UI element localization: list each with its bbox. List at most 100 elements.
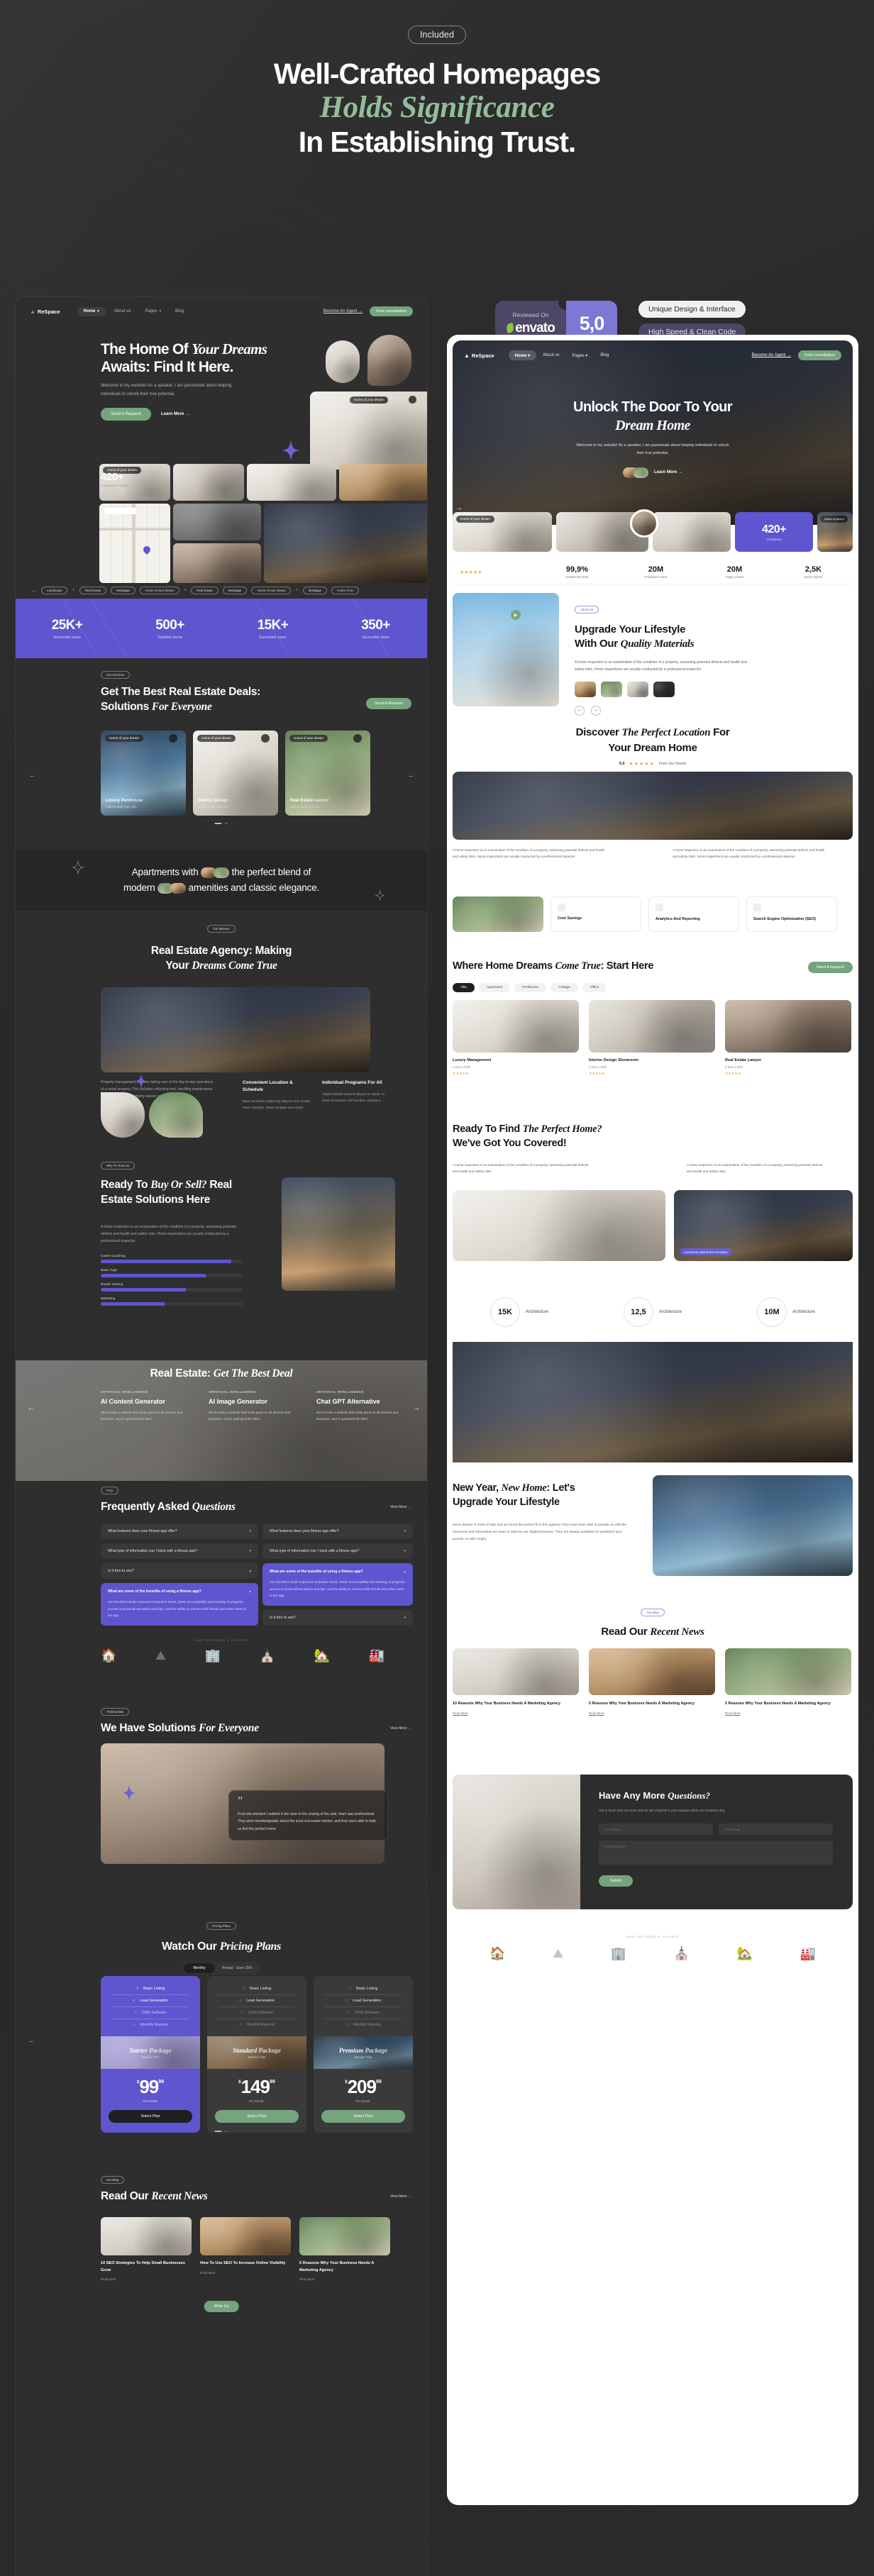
- blog-post-1[interactable]: How To Use SEO To Increase Online Visibi…: [200, 2217, 291, 2275]
- ai-card-0[interactable]: ARTIFICIAL INTELLIGENCE AI Content Gener…: [101, 1390, 197, 1422]
- play-button-icon[interactable]: ▶: [511, 610, 521, 620]
- about-arrow-left-icon[interactable]: ←: [575, 705, 585, 716]
- blog-post-0[interactable]: 10 SEO Strategies To Help Small Business…: [101, 2217, 192, 2281]
- learn-more-link[interactable]: Learn More →: [161, 412, 189, 416]
- ai-card-2[interactable]: ARTIFICIAL INTELLIGENCE Chat GPT Alterna…: [316, 1390, 412, 1422]
- marquee-arrow-left-icon[interactable]: ←: [31, 587, 37, 594]
- ai-title: Real Estate: Get The Best Deal: [150, 1367, 293, 1379]
- check-icon: ✓: [135, 1987, 139, 1991]
- swatch-white-quartz[interactable]: [627, 681, 648, 697]
- blog-view-more-link[interactable]: View More →: [390, 2194, 411, 2199]
- nav-item-blog[interactable]: Blog: [594, 353, 615, 357]
- pricing-carousel-dots[interactable]: [214, 2131, 228, 2132]
- process-tab-apartment[interactable]: Apartment: [478, 983, 511, 992]
- select-plan-button-1[interactable]: Select Plan: [215, 2110, 299, 2123]
- faq-item[interactable]: What type of information can I track wit…: [262, 1543, 413, 1559]
- service-chip-icon-1: [261, 734, 270, 743]
- nav-item-about[interactable]: About us: [109, 309, 137, 313]
- feature-card-0[interactable]: Cost Savings: [551, 896, 641, 932]
- contact-message-input[interactable]: [599, 1841, 833, 1865]
- select-plan-button-0[interactable]: Select Plan: [109, 2110, 192, 2123]
- apartments-banner-text: Apartments with the perfect blend of mod…: [123, 867, 320, 894]
- light-counters: 15K Architecture 12,5 Architecture 10M A…: [453, 1292, 853, 1332]
- nav-item-about[interactable]: About us: [536, 353, 566, 357]
- nav-item-pages[interactable]: Pages ▾: [139, 309, 167, 313]
- carousel-dots[interactable]: [214, 823, 228, 824]
- hero-photo-agent: [367, 335, 411, 386]
- feature-card-1[interactable]: Analytics And Reporting: [648, 896, 739, 932]
- pricing-toggle[interactable]: Monthly Annual - Save 25%: [182, 1962, 260, 1975]
- light-stat-3: 2,5K Expert Agents: [804, 565, 823, 579]
- services-arrow-right-icon[interactable]: →: [407, 772, 414, 779]
- news-post-1[interactable]: 5 Reasons Why Your Business Needs A Mark…: [589, 1648, 715, 1715]
- services-eyebrow: Our Services: [101, 671, 131, 679]
- become-agent-link[interactable]: Become An Agent →: [323, 309, 363, 313]
- pricing-arrow-left-icon[interactable]: ←: [28, 2037, 35, 2044]
- services-cta-button[interactable]: Send A Request: [365, 698, 411, 709]
- about-image: ▶: [453, 593, 559, 706]
- faq-item[interactable]: Is it free to use? ▴: [101, 1563, 258, 1579]
- nav-item-home[interactable]: Home ▾: [508, 350, 536, 360]
- nav-item-pages[interactable]: Pages ▾: [566, 353, 594, 358]
- process-cta-button[interactable]: Need A Request: [808, 962, 853, 973]
- process-tabs[interactable]: Villa Apartment Penthouse Cottage Office: [453, 983, 607, 992]
- ai-arrow-right-icon[interactable]: →: [413, 1404, 420, 1412]
- contact-email-input[interactable]: [719, 1823, 833, 1836]
- chevron-down-icon: ▾: [585, 353, 588, 358]
- service-card-2[interactable]: Home of your dream Real Estate Lawyer 5 …: [285, 731, 370, 816]
- service-card-1[interactable]: Home of your dream Interior Design 3 Bed…: [193, 731, 278, 816]
- faq-item[interactable]: Is it free to use? ▾: [262, 1609, 413, 1626]
- faq-item[interactable]: What features does your fitness app offe…: [101, 1523, 258, 1539]
- faq-item-open[interactable]: What are some of the benefits of using a…: [262, 1563, 413, 1606]
- faq-item-open[interactable]: What are some of the benefits of using a…: [101, 1583, 258, 1626]
- process-card-0[interactable]: Luxury Management 4 Bed 3 Bath ★★★★★: [453, 1000, 579, 1076]
- process-tab-villa[interactable]: Villa: [453, 983, 475, 992]
- nav-item-blog[interactable]: Blog: [170, 309, 189, 313]
- about-arrow-right-icon[interactable]: →: [591, 705, 601, 716]
- light-hero-learn-more[interactable]: Learn More →: [654, 470, 682, 474]
- write-us-button[interactable]: Write Us: [204, 2301, 239, 2312]
- map-panel[interactable]: [99, 504, 170, 583]
- send-request-button[interactable]: Send A Request: [101, 407, 152, 421]
- ai-card-1[interactable]: ARTIFICIAL INTELLIGENCE AI Image Generat…: [209, 1390, 304, 1422]
- light-navbar[interactable]: ▲ ReSpace Home ▾ About us Pages ▾ Blog B…: [453, 348, 853, 363]
- light-hero-arrow-right-icon[interactable]: →: [455, 504, 463, 512]
- testimonials-view-more-link[interactable]: View More →: [390, 1726, 411, 1731]
- ai-arrow-left-icon[interactable]: ←: [28, 1404, 35, 1412]
- process-tab-penthouse[interactable]: Penthouse: [514, 983, 547, 992]
- process-tab-office[interactable]: Office: [582, 983, 607, 992]
- free-consultation-button[interactable]: Free consultation: [370, 306, 413, 316]
- free-consultation-button[interactable]: Free consultation: [798, 350, 841, 360]
- trust-eyebrow: Why To Trust Us: [101, 1162, 135, 1170]
- toggle-monthly[interactable]: Monthly: [184, 1963, 216, 1973]
- faq-item[interactable]: What type of information can I track wit…: [101, 1543, 258, 1559]
- nav-item-home[interactable]: Home ▾: [77, 306, 106, 316]
- news-post-2[interactable]: 5 Reasons Why Your Business Needs A Mark…: [725, 1648, 851, 1715]
- blog-post-2[interactable]: 5 Reasons Why Your Business Needs A Mark…: [299, 2217, 390, 2281]
- become-agent-link[interactable]: Become An Agent →: [752, 353, 791, 357]
- included-badge: Included: [407, 26, 467, 44]
- swatch-travertine[interactable]: [575, 681, 596, 697]
- process-tab-cottage[interactable]: Cottage: [551, 983, 578, 992]
- swatch-black-granite[interactable]: [653, 681, 675, 697]
- dark-homepage-mockup[interactable]: ▲ ReSpace Home ▾ About us Pages ▾ Blog Bec…: [16, 296, 427, 2576]
- light-homepage-mockup[interactable]: ▲ ReSpace Home ▾ About us Pages ▾ Blog B…: [447, 335, 858, 2505]
- process-card-2[interactable]: Real Estate Lawyer 5 Bed 4 Bath ★★★★★: [725, 1000, 851, 1076]
- faq-item[interactable]: What features does your fitness app offe…: [262, 1523, 413, 1539]
- contact-submit-button[interactable]: Submit: [599, 1875, 634, 1887]
- process-card-1[interactable]: Interior Design Showroom 3 Bed 2 Bath ★★…: [589, 1000, 715, 1076]
- services-arrow-left-icon[interactable]: ←: [29, 772, 35, 779]
- dark-navbar[interactable]: ▲ ReSpace Home ▾ About us Pages ▾ Blog Bec…: [16, 302, 427, 321]
- news-post-0[interactable]: 10 Reasons Why Your Business Needs A Mar…: [453, 1648, 579, 1715]
- title-line-1: Well-Crafted Homepages: [273, 57, 601, 90]
- select-plan-button-2[interactable]: Select Plan: [321, 2110, 405, 2123]
- contact-name-input[interactable]: [599, 1823, 713, 1836]
- faq-view-more-link[interactable]: View More →: [390, 1505, 411, 1509]
- pricing-card-1[interactable]: ☑ Basic Listing ☑ Lead Generation ☑ CRM Sof…: [207, 1976, 306, 2133]
- pricing-card-2[interactable]: ☑ Basic Listing ☑ Lead Generation ☑ CRM Sof…: [314, 1976, 413, 2133]
- swatch-green-marble[interactable]: [601, 681, 622, 697]
- toggle-annual[interactable]: Annual - Save 25%: [215, 1963, 259, 1973]
- feature-card-2[interactable]: Search Engine Optimization (SEO): [746, 896, 837, 932]
- pricing-card-0[interactable]: ✓ Basic Listing ✓ Lead Generation ✓ CRM Sof…: [101, 1976, 200, 2133]
- service-card-0[interactable]: Home of your dream Luxury Penthouse 4 Be…: [101, 731, 186, 816]
